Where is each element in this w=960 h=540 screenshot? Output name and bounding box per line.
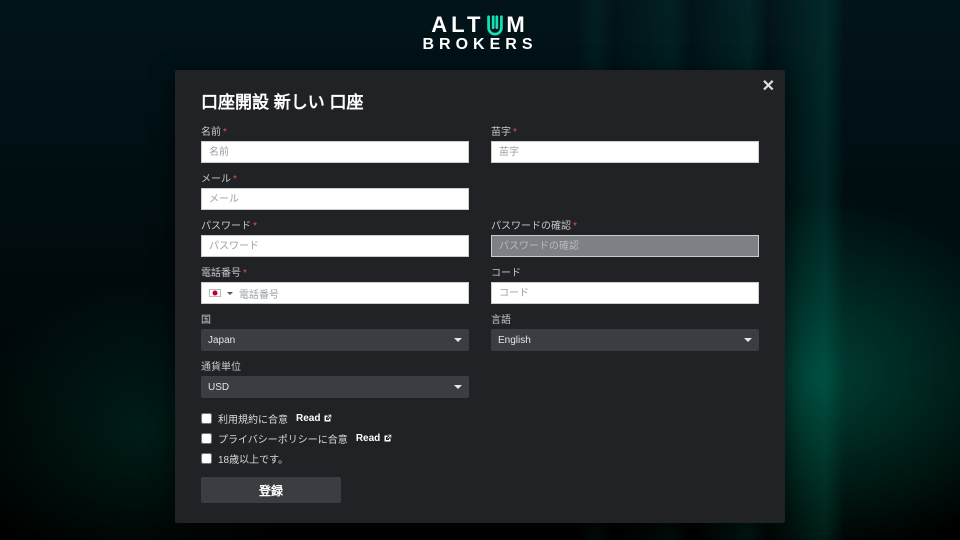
flag-japan-icon[interactable] (209, 289, 221, 297)
currency-select[interactable]: USD (201, 376, 469, 398)
privacy-read-link[interactable]: Read (356, 433, 392, 444)
brand-line1b: M (506, 12, 528, 38)
first-name-input[interactable] (201, 141, 469, 163)
password-input[interactable] (201, 235, 469, 257)
brand-line1a: ALT (431, 12, 484, 38)
currency-label: 通貨単位 (201, 358, 469, 373)
currency-value: USD (208, 382, 229, 393)
chevron-down-icon (454, 385, 462, 389)
external-link-icon (383, 434, 392, 443)
phone-input[interactable]: 電話番号 (201, 282, 469, 304)
last-name-label: 苗字* (491, 123, 759, 138)
brand-logo: ALT M BROKERS (0, 0, 960, 70)
age-row[interactable]: 18歳以上です。 (201, 451, 759, 466)
panel-title: 口座開設 新しい 口座 (201, 88, 759, 113)
country-select[interactable]: Japan (201, 329, 469, 351)
submit-button[interactable]: 登録 (201, 477, 341, 503)
code-input[interactable] (491, 282, 759, 304)
close-icon[interactable]: ✕ (762, 76, 775, 96)
age-label: 18歳以上です。 (218, 451, 288, 466)
privacy-checkbox[interactable] (201, 433, 212, 444)
email-label: メール* (201, 170, 469, 185)
first-name-label: 名前* (201, 123, 469, 138)
terms-row[interactable]: 利用規約に合意 Read (201, 411, 759, 426)
country-label: 国 (201, 311, 469, 326)
terms-read-link[interactable]: Read (296, 413, 332, 424)
external-link-icon (323, 414, 332, 423)
password-confirm-input[interactable] (491, 235, 759, 257)
code-label: コード (491, 264, 759, 279)
register-panel: ✕ 口座開設 新しい 口座 名前* 苗字* メール* パスワード (175, 70, 785, 523)
language-select[interactable]: English (491, 329, 759, 351)
password-confirm-label: パスワードの確認* (491, 217, 759, 232)
privacy-label: プライバシーポリシーに合意 (218, 431, 348, 446)
language-label: 言語 (491, 311, 759, 326)
terms-label: 利用規約に合意 (218, 411, 288, 426)
age-checkbox[interactable] (201, 453, 212, 464)
brand-line2: BROKERS (0, 36, 960, 54)
chevron-down-icon[interactable] (227, 292, 233, 295)
email-input[interactable] (201, 188, 469, 210)
language-value: English (498, 335, 531, 346)
last-name-input[interactable] (491, 141, 759, 163)
phone-placeholder: 電話番号 (239, 286, 279, 301)
phone-label: 電話番号* (201, 264, 469, 279)
terms-checkbox[interactable] (201, 413, 212, 424)
agreements: 利用規約に合意 Read プライバシーポリシーに合意 Read 18歳以上です。 (201, 411, 759, 466)
privacy-row[interactable]: プライバシーポリシーに合意 Read (201, 431, 759, 446)
chevron-down-icon (454, 338, 462, 342)
brand-logo-icon (484, 14, 506, 36)
country-value: Japan (208, 335, 235, 346)
chevron-down-icon (744, 338, 752, 342)
password-label: パスワード* (201, 217, 469, 232)
